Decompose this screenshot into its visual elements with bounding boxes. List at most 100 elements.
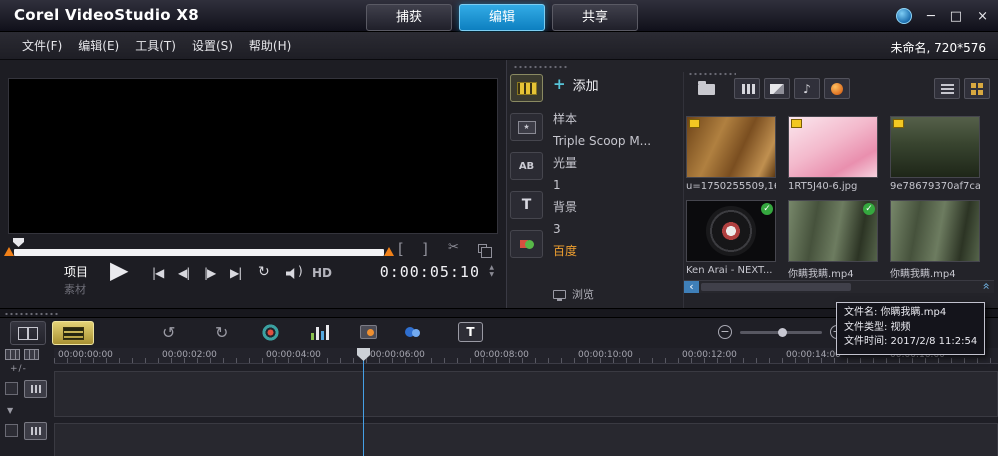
- record-capture-button[interactable]: [262, 324, 279, 341]
- media-item[interactable]: 你瞒我瞒.mp4: [890, 200, 980, 280]
- video-track[interactable]: [54, 371, 998, 417]
- end-button[interactable]: ▶|: [230, 266, 241, 280]
- folder-item-selected[interactable]: 百度: [553, 240, 681, 262]
- track-manager-icon[interactable]: [5, 349, 20, 360]
- next-frame-button[interactable]: |▶: [204, 266, 215, 280]
- media-thumbnail-anime[interactable]: [788, 116, 878, 178]
- storyboard-view-button[interactable]: [10, 321, 46, 345]
- menu-settings[interactable]: 设置(S): [192, 37, 233, 54]
- track-add-remove-button[interactable]: +/-: [10, 364, 27, 374]
- filter-motion-button[interactable]: [824, 78, 850, 99]
- motion-tracking-button[interactable]: [405, 326, 420, 340]
- maximize-button[interactable]: □: [950, 10, 962, 23]
- filter-photo-button[interactable]: [764, 78, 790, 99]
- menu-help[interactable]: 帮助(H): [249, 37, 291, 54]
- media-filmstrip-icon: [517, 82, 537, 95]
- media-thumbnail-crowd[interactable]: [890, 116, 980, 178]
- tab-edit[interactable]: 编辑: [459, 4, 545, 31]
- folder-item[interactable]: Triple Scoop M...: [553, 130, 681, 152]
- trim-end-handle[interactable]: [384, 247, 394, 256]
- playhead-line[interactable]: [363, 348, 364, 456]
- minimize-button[interactable]: ─: [927, 10, 935, 23]
- filter-video-button[interactable]: [734, 78, 760, 99]
- previous-frame-button[interactable]: ◀|: [178, 266, 189, 280]
- zoom-slider-handle[interactable]: [778, 328, 787, 337]
- menu-file[interactable]: 文件(F): [22, 37, 62, 54]
- mixer-bar-icon: [326, 325, 329, 340]
- menu-tools[interactable]: 工具(T): [135, 37, 176, 54]
- video-track-mute-icon[interactable]: [5, 382, 18, 395]
- sidebar-transition-button[interactable]: AB: [510, 152, 543, 180]
- media-thumbnail-vinyl[interactable]: ✓: [686, 200, 776, 262]
- timeline-view-button[interactable]: [52, 321, 94, 345]
- import-folder-icon[interactable]: [698, 84, 715, 95]
- collapse-chevrons-icon[interactable]: «: [979, 282, 993, 289]
- timecode-spinner[interactable]: ▲ ▼: [489, 265, 494, 278]
- redo-button[interactable]: ↻: [215, 323, 228, 342]
- undo-button[interactable]: ↺: [162, 323, 175, 342]
- trim-start-handle[interactable]: [4, 247, 14, 256]
- title-t-icon: T: [522, 197, 532, 213]
- folder-item[interactable]: 背景: [553, 196, 681, 218]
- mode-clip-button[interactable]: 素材: [64, 281, 86, 297]
- sidebar-graphic-button[interactable]: [510, 230, 543, 258]
- library-scrollbar[interactable]: ‹ «: [684, 280, 994, 293]
- media-item[interactable]: u=1750255509,16...: [686, 116, 776, 192]
- list-view-button[interactable]: [934, 78, 960, 99]
- divider-grip[interactable]: [4, 312, 58, 317]
- split-clip-button[interactable]: ✂: [448, 240, 459, 255]
- preview-panel: [ ] ✂ 项目 素材 ▶ |◀ ◀| |▶ ▶| ↻ ) HD 0:00:05…: [0, 60, 506, 308]
- close-button[interactable]: ×: [977, 10, 988, 23]
- media-thumbnail-wood-blocks[interactable]: [686, 116, 776, 178]
- sidebar-media-button[interactable]: [510, 74, 543, 102]
- subtitle-editor-button[interactable]: T: [458, 322, 483, 342]
- menu-edit[interactable]: 编辑(E): [78, 37, 119, 54]
- scrollbar-thumb[interactable]: [701, 283, 851, 291]
- browse-button[interactable]: 浏览: [553, 286, 594, 302]
- sidebar-title-button[interactable]: T: [510, 191, 543, 219]
- tab-share[interactable]: 共享: [552, 4, 638, 31]
- filter-audio-button[interactable]: ♪: [794, 78, 820, 99]
- mark-out-button[interactable]: ]: [422, 240, 428, 258]
- mark-in-button[interactable]: [: [398, 240, 404, 258]
- auto-music-button[interactable]: [360, 325, 377, 339]
- scroll-left-button[interactable]: ‹: [684, 281, 699, 293]
- zoom-slider[interactable]: [740, 331, 822, 334]
- play-button[interactable]: ▶: [110, 256, 128, 284]
- add-folder-button[interactable]: + 添加: [553, 72, 681, 96]
- media-item[interactable]: 9e78679370af7ca...: [890, 116, 980, 192]
- panel-grip[interactable]: [513, 65, 567, 70]
- track-expand-arrow-icon[interactable]: ▼: [7, 406, 13, 415]
- folder-item[interactable]: 光量: [553, 152, 681, 174]
- overlay-track[interactable]: [54, 423, 998, 456]
- overlay-track-header-icon[interactable]: [24, 422, 47, 440]
- help-globe-icon[interactable]: [896, 8, 912, 24]
- repeat-button[interactable]: ↻: [258, 264, 270, 280]
- hd-toggle[interactable]: HD: [312, 266, 332, 280]
- folder-item[interactable]: 1: [553, 174, 681, 196]
- sound-mixer-button[interactable]: [311, 324, 329, 340]
- spin-down-icon[interactable]: ▼: [489, 272, 494, 278]
- media-item[interactable]: ✓ 你瞒我瞒.mp4: [788, 200, 878, 280]
- media-item[interactable]: ✓ Ken Arai - NEXT...: [686, 200, 776, 276]
- track-manager-icon-2[interactable]: [24, 349, 39, 360]
- sidebar-instant-project-button[interactable]: ★: [510, 113, 543, 141]
- scrubber-position-marker[interactable]: [13, 238, 24, 247]
- mode-project-button[interactable]: 项目: [64, 263, 88, 280]
- overlay-track-mute-icon[interactable]: [5, 424, 18, 437]
- home-button[interactable]: |◀: [152, 266, 163, 280]
- panel-grip-2[interactable]: [688, 72, 736, 77]
- folder-item[interactable]: 样本: [553, 108, 681, 130]
- media-thumbnail-video[interactable]: [890, 200, 980, 262]
- enlarge-preview-button[interactable]: [478, 244, 487, 253]
- media-thumbnail-video[interactable]: ✓: [788, 200, 878, 262]
- tab-capture[interactable]: 捕获: [366, 4, 452, 31]
- timecode-display[interactable]: 0:00:05:10: [380, 263, 480, 281]
- folder-item[interactable]: 3: [553, 218, 681, 240]
- grid-view-button[interactable]: [964, 78, 990, 99]
- volume-speaker-icon[interactable]: [286, 268, 297, 279]
- scrubber-bar[interactable]: [14, 249, 384, 256]
- media-item[interactable]: 1RT5J40-6.jpg: [788, 116, 878, 192]
- video-track-header-icon[interactable]: [24, 380, 47, 398]
- zoom-out-button[interactable]: −: [718, 325, 732, 339]
